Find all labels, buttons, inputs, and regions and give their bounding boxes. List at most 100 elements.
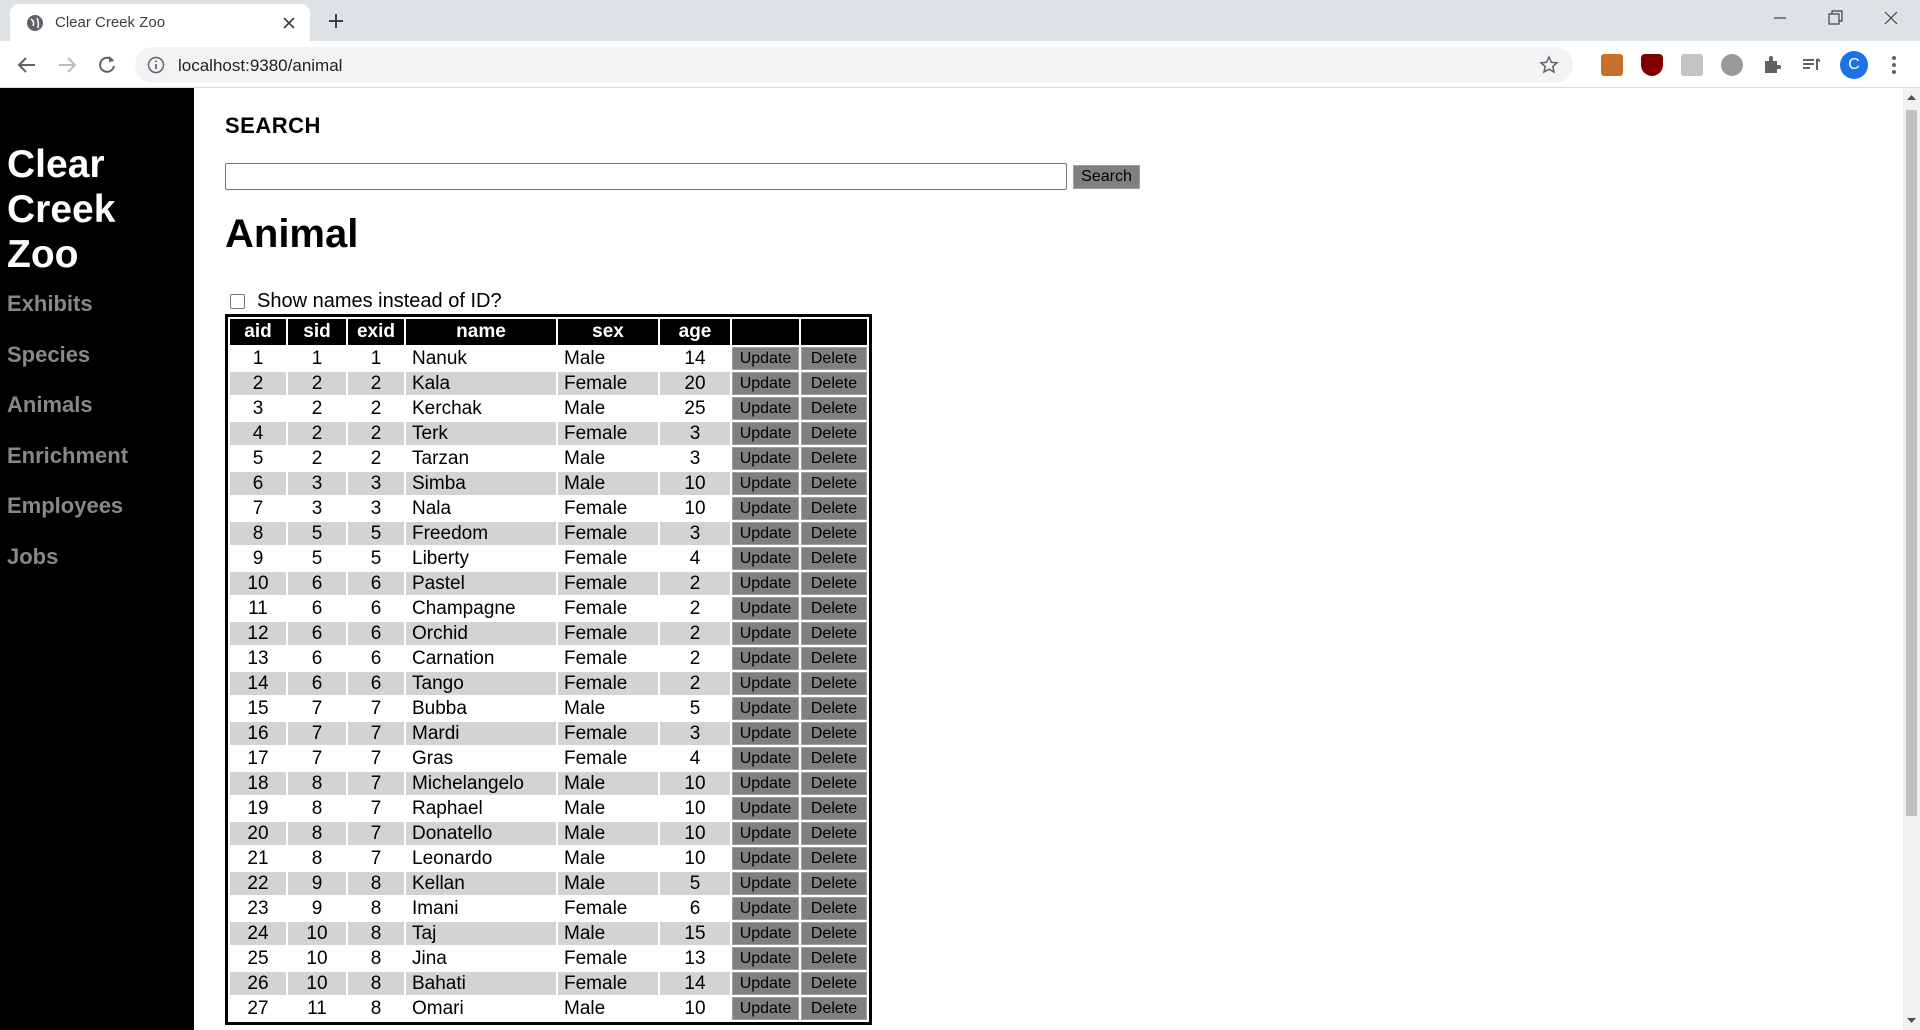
search-button[interactable]: Search	[1073, 165, 1140, 189]
update-button[interactable]: Update	[732, 422, 799, 445]
update-button[interactable]: Update	[732, 547, 799, 570]
update-button[interactable]: Update	[732, 522, 799, 545]
update-button[interactable]: Update	[732, 497, 799, 520]
scroll-down-arrow-icon[interactable]	[1906, 1015, 1917, 1026]
delete-button[interactable]: Delete	[801, 372, 867, 395]
ublock-icon[interactable]	[1641, 54, 1663, 76]
delete-button[interactable]: Delete	[801, 647, 867, 670]
cell-delete: Delete	[801, 747, 867, 770]
search-input[interactable]	[225, 163, 1067, 190]
delete-button[interactable]: Delete	[801, 347, 867, 370]
delete-button[interactable]: Delete	[801, 497, 867, 520]
delete-button[interactable]: Delete	[801, 772, 867, 795]
scrollbar-thumb[interactable]	[1906, 110, 1917, 816]
forward-icon[interactable]	[55, 53, 79, 77]
delete-button[interactable]: Delete	[801, 547, 867, 570]
delete-button[interactable]: Delete	[801, 922, 867, 945]
update-button[interactable]: Update	[732, 822, 799, 845]
nav-item-enrichment[interactable]: Enrichment	[7, 443, 128, 494]
back-icon[interactable]	[15, 53, 39, 77]
update-button[interactable]: Update	[732, 797, 799, 820]
minimize-icon[interactable]	[1770, 8, 1790, 28]
update-button[interactable]: Update	[732, 872, 799, 895]
update-button[interactable]: Update	[732, 772, 799, 795]
update-button[interactable]: Update	[732, 572, 799, 595]
nav-item-animals[interactable]: Animals	[7, 392, 128, 443]
update-button[interactable]: Update	[732, 722, 799, 745]
update-button[interactable]: Update	[732, 372, 799, 395]
update-button[interactable]: Update	[732, 997, 799, 1020]
table-row: 11 6 6 Champagne Female 2 Update Delete	[230, 597, 867, 620]
delete-button[interactable]: Delete	[801, 947, 867, 970]
browser-tab[interactable]: Clear Creek Zoo	[10, 4, 310, 41]
cell-sid: 7	[311, 698, 323, 719]
update-button[interactable]: Update	[732, 922, 799, 945]
reload-icon[interactable]	[95, 53, 119, 77]
cell-sid: 6	[311, 648, 323, 669]
update-button[interactable]: Update	[732, 897, 799, 920]
cell-update: Update	[732, 622, 799, 645]
cell-exid: 8	[370, 998, 382, 1019]
update-button[interactable]: Update	[732, 472, 799, 495]
update-button[interactable]: Update	[732, 847, 799, 870]
scroll-up-arrow-icon[interactable]	[1906, 92, 1917, 103]
nav-item-species[interactable]: Species	[7, 342, 128, 393]
nav-item-exhibits[interactable]: Exhibits	[7, 291, 128, 342]
profile-avatar[interactable]: C	[1840, 51, 1868, 79]
new-tab-icon[interactable]	[326, 11, 346, 31]
address-bar[interactable]: localhost:9380/animal	[135, 47, 1573, 83]
show-names-checkbox[interactable]	[230, 294, 245, 309]
update-button[interactable]: Update	[732, 347, 799, 370]
extension-1-icon[interactable]	[1601, 54, 1623, 76]
cell-delete: Delete	[801, 872, 867, 895]
update-button[interactable]: Update	[732, 697, 799, 720]
delete-button[interactable]: Delete	[801, 622, 867, 645]
delete-button[interactable]: Delete	[801, 972, 867, 995]
update-button[interactable]: Update	[732, 947, 799, 970]
cell-name: Taj	[406, 922, 556, 945]
update-button[interactable]: Update	[732, 447, 799, 470]
info-icon[interactable]	[147, 56, 165, 74]
update-button[interactable]: Update	[732, 597, 799, 620]
nav-item-jobs[interactable]: Jobs	[7, 544, 128, 595]
delete-button[interactable]: Delete	[801, 472, 867, 495]
delete-button[interactable]: Delete	[801, 572, 867, 595]
cell-sid: 3	[288, 472, 346, 495]
delete-button[interactable]: Delete	[801, 597, 867, 620]
delete-button[interactable]: Delete	[801, 447, 867, 470]
restore-icon[interactable]	[1825, 8, 1845, 28]
delete-button[interactable]: Delete	[801, 672, 867, 695]
show-names-toggle[interactable]: Show names instead of ID?	[230, 290, 502, 313]
delete-button[interactable]: Delete	[801, 397, 867, 420]
update-button[interactable]: Update	[732, 397, 799, 420]
delete-button[interactable]: Delete	[801, 422, 867, 445]
delete-button[interactable]: Delete	[801, 797, 867, 820]
delete-button[interactable]: Delete	[801, 822, 867, 845]
cell-delete: Delete	[801, 572, 867, 595]
delete-button[interactable]: Delete	[801, 697, 867, 720]
reading-list-icon[interactable]	[1800, 54, 1822, 76]
cell-age: 2	[660, 572, 730, 595]
close-window-icon[interactable]	[1881, 8, 1901, 28]
close-tab-icon[interactable]	[281, 15, 297, 31]
update-button[interactable]: Update	[732, 622, 799, 645]
delete-button[interactable]: Delete	[801, 522, 867, 545]
cell-exid: 7	[348, 822, 404, 845]
update-button[interactable]: Update	[732, 972, 799, 995]
bookmark-star-icon[interactable]	[1539, 55, 1559, 75]
extension-3-icon[interactable]	[1681, 54, 1703, 76]
delete-button[interactable]: Delete	[801, 897, 867, 920]
delete-button[interactable]: Delete	[801, 872, 867, 895]
delete-button[interactable]: Delete	[801, 847, 867, 870]
extensions-puzzle-icon[interactable]	[1761, 54, 1783, 76]
page-scrollbar[interactable]	[1903, 88, 1920, 1030]
delete-button[interactable]: Delete	[801, 997, 867, 1020]
delete-button[interactable]: Delete	[801, 747, 867, 770]
update-button[interactable]: Update	[732, 672, 799, 695]
update-button[interactable]: Update	[732, 647, 799, 670]
delete-button[interactable]: Delete	[801, 722, 867, 745]
browser-menu-icon[interactable]	[1884, 53, 1904, 77]
extension-4-icon[interactable]	[1721, 54, 1743, 76]
update-button[interactable]: Update	[732, 747, 799, 770]
nav-item-employees[interactable]: Employees	[7, 493, 128, 544]
